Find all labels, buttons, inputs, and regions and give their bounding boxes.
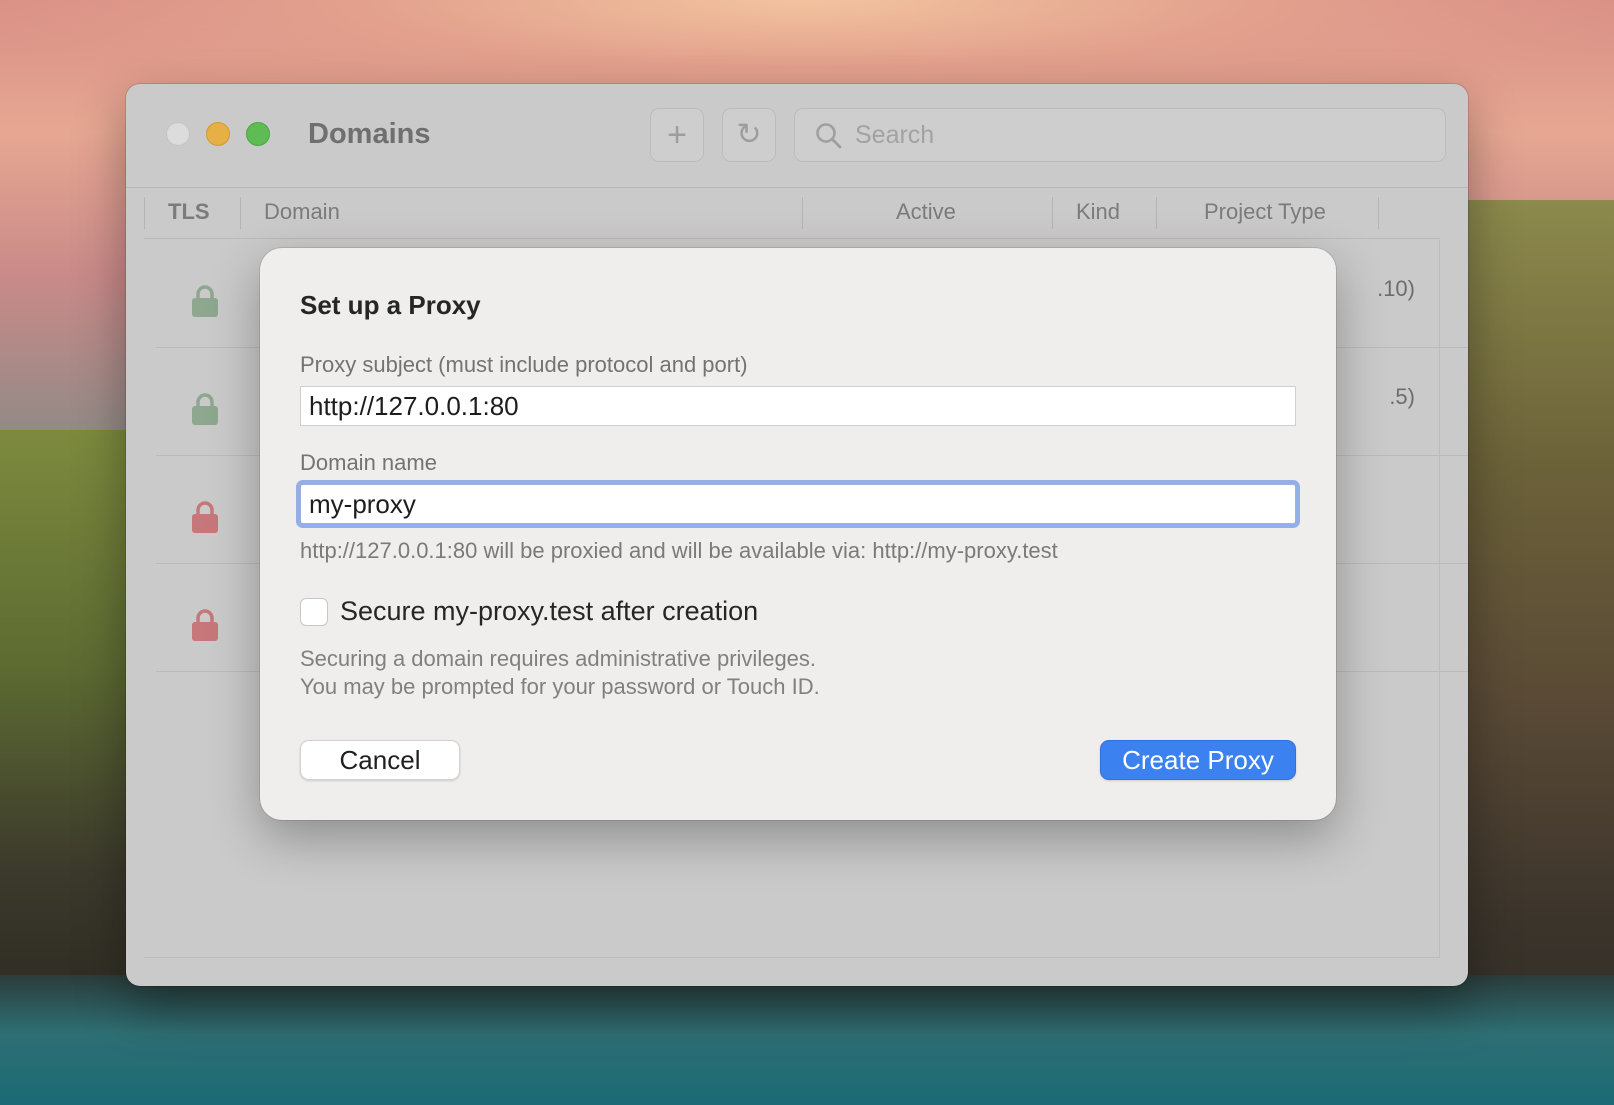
- project-type-cell: .5): [1389, 384, 1415, 409]
- project-type-cell: .10): [1377, 276, 1415, 301]
- proxy-preview-hint: http://127.0.0.1:80 will be proxied and …: [300, 538, 1058, 563]
- column-header-domain[interactable]: Domain: [264, 199, 340, 225]
- search-input[interactable]: [855, 109, 1435, 161]
- refresh-button[interactable]: ↻: [722, 108, 776, 162]
- domain-name-label: Domain name: [300, 450, 437, 475]
- column-header-kind[interactable]: Kind: [1076, 199, 1120, 225]
- table-header: TLS Domain Active Kind Project Type: [144, 189, 1440, 239]
- privileges-note-line-2: You may be prompted for your password or…: [300, 674, 820, 699]
- add-domain-button[interactable]: +: [650, 108, 704, 162]
- title-bar: Domains + ↻: [126, 84, 1468, 188]
- desktop-wallpaper-sea: [0, 975, 1614, 1105]
- column-header-tls[interactable]: TLS: [168, 199, 210, 225]
- cancel-button[interactable]: Cancel: [300, 740, 460, 780]
- dialog-title: Set up a Proxy: [300, 290, 481, 320]
- privileges-note-line-1: Securing a domain requires administrativ…: [300, 646, 817, 671]
- domain-name-input[interactable]: [300, 484, 1296, 524]
- column-separator: [802, 197, 803, 229]
- secure-after-creation-checkbox[interactable]: [300, 598, 328, 626]
- minimize-window-button[interactable]: [206, 122, 230, 146]
- create-proxy-button[interactable]: Create Proxy: [1100, 740, 1296, 780]
- column-header-active[interactable]: Active: [896, 199, 956, 225]
- setup-proxy-dialog: Set up a Proxy Proxy subject (must inclu…: [260, 248, 1336, 820]
- search-icon: [816, 123, 842, 149]
- proxy-subject-input[interactable]: [300, 386, 1296, 426]
- window-title: Domains: [308, 118, 431, 150]
- column-separator: [1052, 197, 1053, 229]
- column-separator: [144, 197, 145, 229]
- lock-icon: [192, 501, 218, 533]
- lock-icon: [192, 393, 218, 425]
- lock-icon: [192, 285, 218, 317]
- zoom-window-button[interactable]: [246, 122, 270, 146]
- secure-after-creation-label[interactable]: Secure my-proxy.test after creation: [340, 596, 758, 627]
- lock-icon: [192, 609, 218, 641]
- refresh-icon: ↻: [736, 118, 762, 151]
- column-separator: [1378, 197, 1379, 229]
- plus-icon: +: [667, 116, 687, 154]
- column-separator: [240, 197, 241, 229]
- proxy-subject-label: Proxy subject (must include protocol and…: [300, 352, 748, 377]
- close-window-button[interactable]: [166, 122, 190, 146]
- column-separator: [1156, 197, 1157, 229]
- desktop-wallpaper-cliff-right: [1444, 200, 1614, 1105]
- search-field[interactable]: [794, 108, 1446, 162]
- column-header-project-type[interactable]: Project Type: [1204, 199, 1326, 225]
